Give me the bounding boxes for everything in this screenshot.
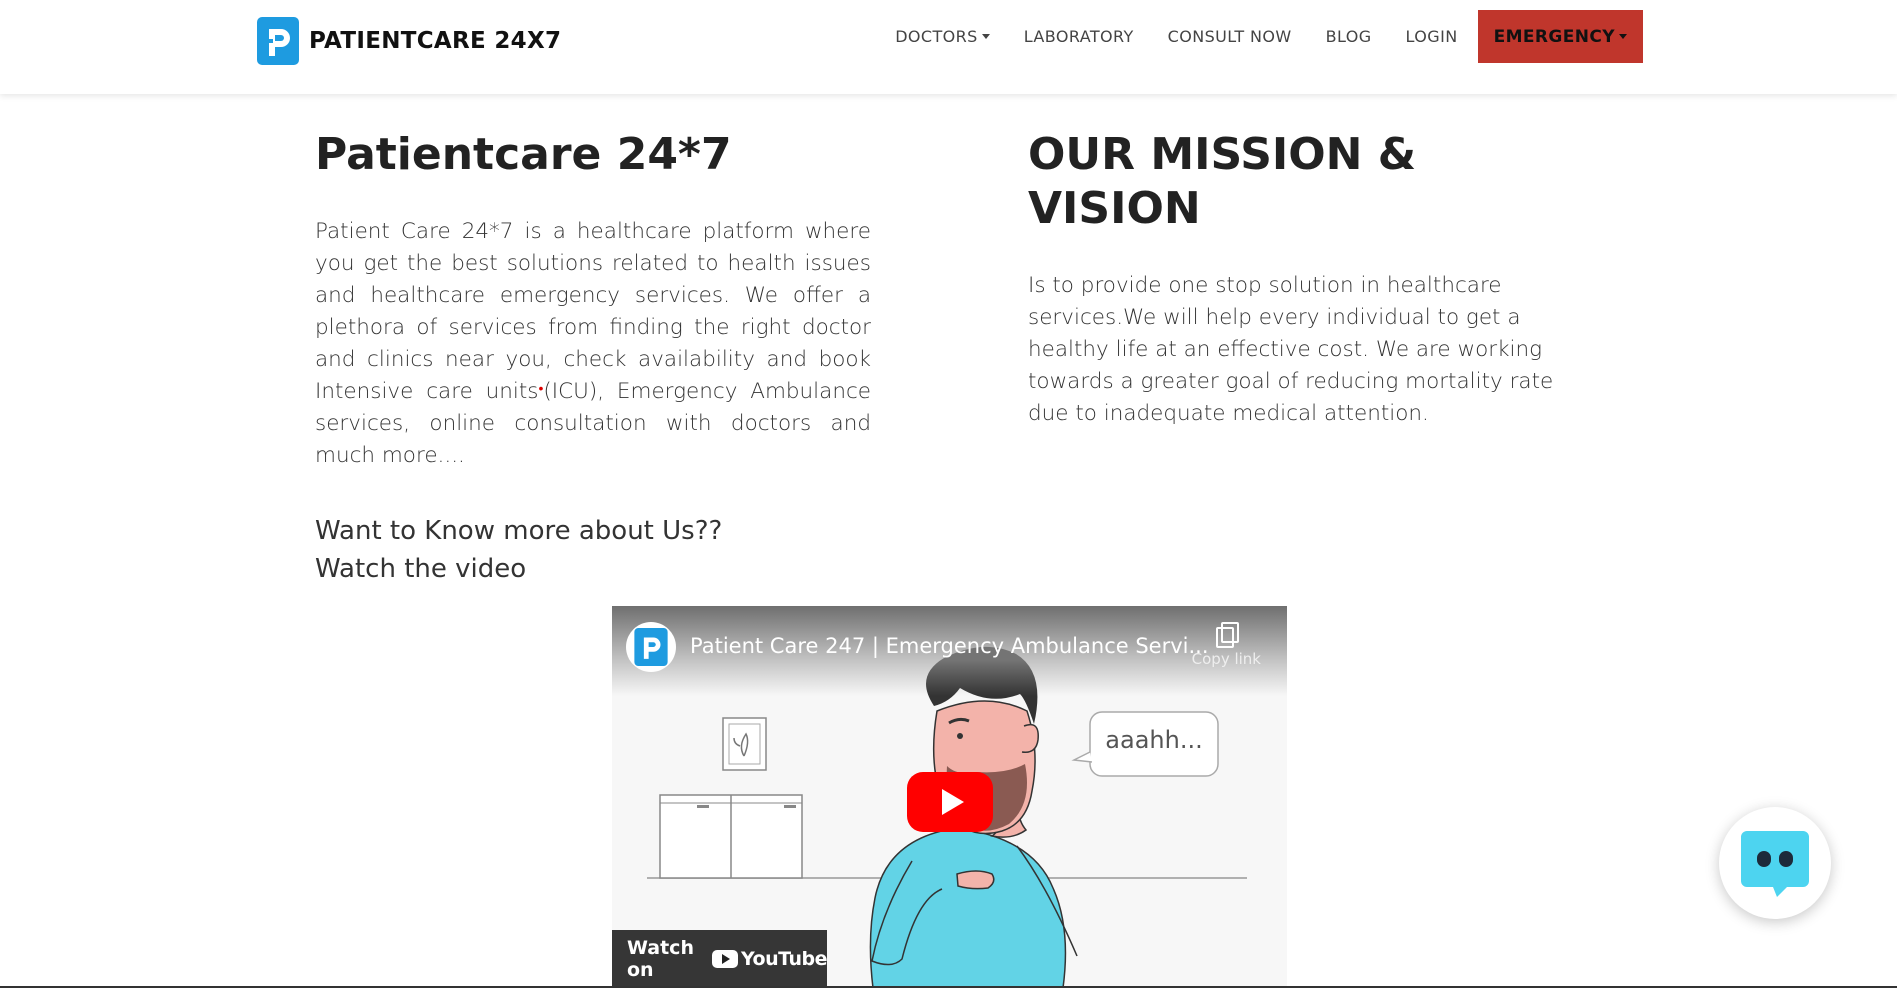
play-icon	[941, 789, 964, 815]
mission-title: OUR MISSION & VISION	[1028, 129, 1417, 234]
mission-section: OUR MISSION & VISION Is to provide one s…	[1028, 128, 1598, 430]
youtube-wordmark: YouTube	[741, 948, 827, 970]
about-text: Patient Care 24*7 is a healthcare platfo…	[315, 216, 871, 472]
channel-avatar[interactable]	[626, 622, 676, 672]
watch-on-youtube-button[interactable]: Watch on YouTube	[612, 930, 827, 988]
copy-link-label: Copy link	[1191, 650, 1261, 668]
chatbot-icon	[1741, 831, 1809, 897]
watch-on-label: Watch on	[627, 937, 694, 981]
speech-bubble-text: aaahh...	[1105, 726, 1203, 754]
patientcare-logo-icon	[257, 17, 299, 65]
red-dot-icon: •	[538, 381, 544, 397]
nav-doctors[interactable]: DOCTORS	[895, 27, 990, 46]
nav-login[interactable]: LOGIN	[1406, 27, 1458, 46]
copy-link-button[interactable]: Copy link	[1192, 622, 1261, 668]
nav-doctors-label: DOCTORS	[895, 27, 978, 46]
emergency-button[interactable]: EMERGENCY	[1477, 10, 1643, 63]
caret-down-icon	[1619, 34, 1627, 39]
copy-icon	[1216, 622, 1240, 648]
navbar: PATIENTCARE 24X7 DOCTORS LABORATORY CONS…	[0, 0, 1897, 94]
emergency-label: EMERGENCY	[1493, 26, 1615, 47]
mission-text: Is to provide one stop solution in healt…	[1028, 273, 1554, 426]
cta-line-2: Watch the video	[315, 554, 527, 584]
caret-down-icon	[981, 34, 990, 39]
brand-name: PATIENTCARE 24X7	[309, 28, 562, 54]
patientcare-logo-icon	[634, 628, 668, 666]
nav-laboratory[interactable]: LABORATORY	[1024, 27, 1134, 46]
youtube-play-icon	[712, 950, 739, 968]
about-section: Patientcare 24*7 Patient Care 24*7 is a …	[315, 128, 871, 472]
nav-consult-now-label: CONSULT NOW	[1167, 27, 1292, 46]
nav-laboratory-label: LABORATORY	[1023, 27, 1134, 46]
cta-line-1: Want to Know more about Us??	[315, 516, 723, 546]
youtube-logo: YouTube	[712, 948, 827, 970]
play-button[interactable]	[907, 772, 993, 832]
nav-blog[interactable]: BLOG	[1326, 27, 1372, 46]
nav-blog-label: BLOG	[1325, 27, 1372, 46]
about-title: Patientcare 24*7	[315, 129, 732, 180]
brand-link[interactable]: PATIENTCARE 24X7	[257, 17, 561, 65]
main-nav: DOCTORS LABORATORY CONSULT NOW BLOG LOGI…	[861, 10, 1643, 63]
video-title[interactable]: Patient Care 247 | Emergency Ambulance S…	[690, 634, 1209, 658]
about-text-part1: Patient Care 24*7 is a healthcare platfo…	[315, 219, 871, 404]
youtube-video-embed[interactable]: aaahh... Patient Care 247 | Emergency Am…	[612, 606, 1287, 988]
nav-login-label: LOGIN	[1405, 27, 1458, 46]
chatbot-launcher[interactable]	[1719, 807, 1831, 919]
video-cta: Want to Know more about Us?? Watch the v…	[315, 512, 722, 588]
nav-consult-now[interactable]: CONSULT NOW	[1168, 27, 1292, 46]
